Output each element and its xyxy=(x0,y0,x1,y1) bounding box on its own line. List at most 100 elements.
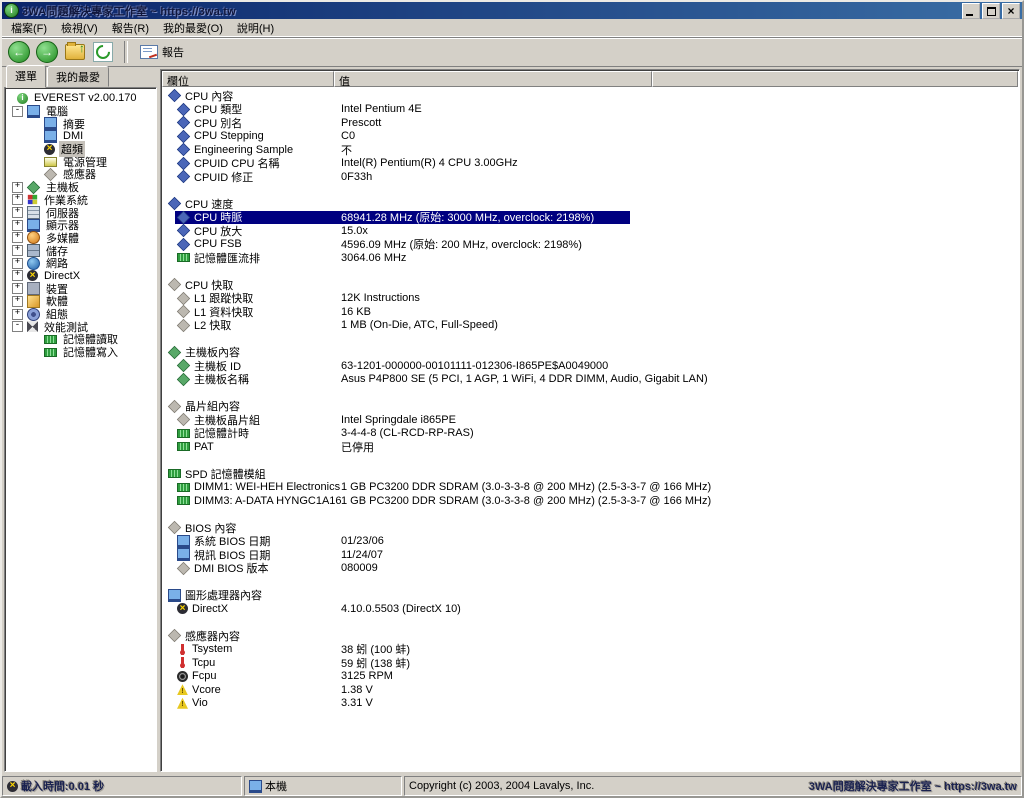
field-cell xyxy=(162,455,326,466)
menu-item[interactable]: 檢視(V) xyxy=(54,19,105,37)
info-row[interactable]: DirectX 4.10.0.5503 (DirectX 10) xyxy=(162,602,1018,616)
value-label: 15.0x xyxy=(341,225,1018,237)
value-label: 3064.06 MHz xyxy=(341,252,1018,264)
tree-item[interactable]: + 伺服器 xyxy=(7,206,156,219)
row-icon xyxy=(177,535,190,548)
tree-item-icon xyxy=(27,219,40,232)
field-label: CPU 別名 xyxy=(194,115,242,131)
tree-item-icon xyxy=(27,231,40,244)
tree-item[interactable]: + 顯示器 xyxy=(7,219,156,232)
field-cell: Tcpu xyxy=(162,657,341,669)
info-row[interactable]: 圖形處理器內容 xyxy=(162,589,1018,603)
value-label: 3.31 V xyxy=(341,697,1018,709)
info-row[interactable]: L2 快取 1 MB (On-Die, ATC, Full-Speed) xyxy=(162,319,1018,333)
restore-button[interactable] xyxy=(982,3,1000,19)
value-label: 3125 RPM xyxy=(341,670,1018,682)
info-row[interactable]: DMI BIOS 版本 080009 xyxy=(162,562,1018,576)
row-icon xyxy=(177,130,190,143)
tree-expand-toggle[interactable]: + xyxy=(12,309,23,320)
forward-button[interactable]: → xyxy=(34,40,60,64)
load-time-text: 載入時間:0.01 秒 xyxy=(21,778,104,794)
info-row[interactable]: CPUID 修正 0F33h xyxy=(162,170,1018,184)
up-button[interactable] xyxy=(62,40,88,64)
tree-expand-toggle[interactable]: + xyxy=(12,258,23,269)
info-row[interactable]: 主機板名稱 Asus P4P800 SE (5 PCI, 1 AGP, 1 Wi… xyxy=(162,373,1018,387)
info-row[interactable]: DIMM3: A-DATA HYNGC1A16 1 GB PC3200 DDR … xyxy=(162,494,1018,508)
value-label: 080009 xyxy=(341,562,1018,574)
close-button[interactable] xyxy=(1002,3,1020,19)
info-row[interactable]: Tcpu 59 蚓 (138 蚌) xyxy=(162,656,1018,670)
menu-item[interactable]: 檔案(F) xyxy=(4,19,54,37)
tree-item[interactable]: + 儲存 xyxy=(7,244,156,257)
sidebar-tab[interactable]: 我的最愛 xyxy=(47,66,109,87)
field-label: Fcpu xyxy=(192,670,216,682)
column-header-field[interactable]: 欄位 xyxy=(162,71,334,87)
field-label: DirectX xyxy=(192,603,228,615)
row-icon xyxy=(162,576,173,587)
field-label: 感應器內容 xyxy=(185,628,240,644)
value-label: 已停用 xyxy=(341,439,1018,455)
info-rows: CPU 內容 CPU 類型 Intel Pentium 4E xyxy=(162,87,1018,770)
tree-item-icon xyxy=(44,144,55,155)
info-row[interactable]: SPD 記憶體模組 xyxy=(162,467,1018,481)
value-label: Prescott xyxy=(341,117,1018,129)
tree-expand-toggle[interactable]: + xyxy=(12,270,23,281)
refresh-button[interactable] xyxy=(90,40,116,64)
tree-item[interactable]: + 網路 xyxy=(7,257,156,270)
row-icon xyxy=(177,224,190,237)
menu-item[interactable]: 我的最愛(O) xyxy=(156,19,230,37)
tree-item[interactable]: 摘要 xyxy=(7,117,156,130)
tree-item-icon xyxy=(27,105,40,118)
tree-expand-toggle[interactable]: - xyxy=(12,106,23,117)
tree-expand-toggle[interactable]: + xyxy=(12,207,23,218)
report-button[interactable]: 報告 xyxy=(134,39,190,65)
tree-item-icon xyxy=(27,295,40,308)
column-headers: 欄位 值 xyxy=(162,71,1018,87)
tree-expand-toggle[interactable]: - xyxy=(12,321,23,332)
refresh-icon xyxy=(93,42,113,62)
row-icon xyxy=(177,496,190,505)
minimize-button[interactable] xyxy=(962,3,980,19)
tree-item[interactable]: EVEREST v2.00.170 xyxy=(7,92,156,105)
tree-item[interactable]: + 作業系統 xyxy=(7,194,156,207)
column-header-empty xyxy=(652,71,1018,87)
copyright-text: Copyright (c) 2003, 2004 Lavalys, Inc. xyxy=(409,780,594,792)
value-label: 1 MB (On-Die, ATC, Full-Speed) xyxy=(341,319,1018,331)
field-label: Tsystem xyxy=(192,643,232,655)
tree-expand-toggle[interactable]: + xyxy=(12,283,23,294)
value-label: 1 GB PC3200 DDR SDRAM (3.0-3-3-8 @ 200 M… xyxy=(341,495,1018,507)
info-row[interactable]: PAT 已停用 xyxy=(162,440,1018,454)
tree-item[interactable]: 感應器 xyxy=(7,168,156,181)
field-label: DMI BIOS 版本 xyxy=(194,560,269,576)
tree-expand-toggle[interactable]: + xyxy=(12,232,23,243)
status-load-time: 載入時間:0.01 秒 xyxy=(2,776,242,796)
info-row[interactable]: DIMM1: WEI-HEH Electronics K... 1 GB PC3… xyxy=(162,481,1018,495)
field-label: Engineering Sample xyxy=(194,144,293,156)
info-row[interactable]: Fcpu 3125 RPM xyxy=(162,670,1018,684)
info-row[interactable]: Vio 3.31 V xyxy=(162,697,1018,711)
value-label: 12K Instructions xyxy=(341,292,1018,304)
tree-item[interactable]: + 裝置 xyxy=(7,282,156,295)
tree-item[interactable]: + DirectX xyxy=(7,270,156,283)
tree-expand-toggle[interactable]: + xyxy=(12,220,23,231)
column-header-value[interactable]: 值 xyxy=(334,71,652,87)
back-button[interactable]: ← xyxy=(6,40,32,64)
row-icon xyxy=(177,562,190,575)
tree-item-icon xyxy=(27,244,40,257)
menu-item[interactable]: 報告(R) xyxy=(105,19,156,37)
tree-expand-toggle[interactable]: + xyxy=(12,245,23,256)
field-cell xyxy=(162,387,326,398)
info-row[interactable]: 記憶體匯流排 3064.06 MHz xyxy=(162,251,1018,265)
tree-item[interactable]: + 軟體 xyxy=(7,295,156,308)
tree-expand-toggle[interactable]: + xyxy=(12,182,23,193)
info-row[interactable]: Vcore 1.38 V xyxy=(162,683,1018,697)
field-cell: DMI BIOS 版本 xyxy=(162,560,341,576)
sidebar-tab[interactable]: 選單 xyxy=(6,65,46,88)
tree-item[interactable]: + 多媒體 xyxy=(7,232,156,245)
tree-expand-toggle[interactable]: + xyxy=(12,194,23,205)
menu-item[interactable]: 說明(H) xyxy=(230,19,281,37)
title-bar[interactable]: i 3WA問題解決專家工作室 ~ https://3wa.tw xyxy=(2,2,1022,19)
tree-expand-toggle[interactable]: + xyxy=(12,296,23,307)
info-row[interactable]: CPU 別名 Prescott xyxy=(162,116,1018,130)
tree-item[interactable]: 記憶體寫入 xyxy=(7,346,156,359)
